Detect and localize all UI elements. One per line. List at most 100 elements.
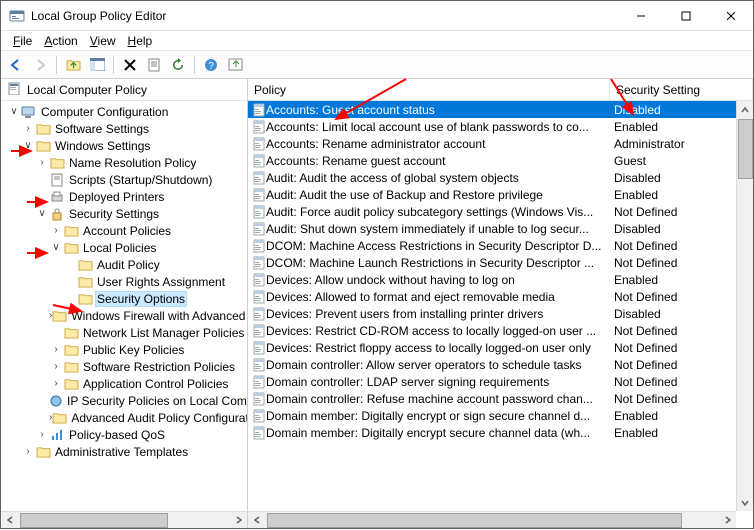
scroll-thumb[interactable] (267, 513, 682, 528)
menu-view[interactable]: View (84, 32, 122, 50)
node-advanced-audit[interactable]: ›Advanced Audit Policy Configuration (3, 409, 247, 426)
tree-h-scrollbar[interactable] (1, 511, 247, 528)
policy-row[interactable]: Domain member: Digitally encrypt or sign… (248, 407, 753, 424)
expand-icon[interactable]: › (35, 429, 49, 440)
minimize-button[interactable] (618, 1, 663, 30)
policy-item-icon (248, 273, 266, 287)
policy-item-icon (248, 409, 266, 423)
scroll-left-button[interactable] (248, 512, 265, 529)
scroll-up-button[interactable] (737, 101, 754, 118)
expand-icon[interactable]: ∨ (35, 208, 49, 219)
policy-row[interactable]: Audit: Audit the access of global system… (248, 169, 753, 186)
up-button[interactable] (62, 54, 84, 76)
policy-row[interactable]: DCOM: Machine Launch Restrictions in Sec… (248, 254, 753, 271)
expand-icon[interactable]: › (21, 446, 35, 457)
scroll-thumb[interactable] (20, 513, 168, 528)
policy-row[interactable]: Domain controller: Refuse machine accoun… (248, 390, 753, 407)
node-computer-config[interactable]: ∨Computer Configuration (3, 103, 247, 120)
help-button[interactable]: ? (200, 54, 222, 76)
scroll-right-button[interactable] (230, 512, 247, 529)
expand-icon[interactable]: › (35, 157, 49, 168)
export-button[interactable] (224, 54, 246, 76)
expand-icon[interactable]: › (21, 123, 35, 134)
app-icon (9, 8, 25, 24)
list-v-scrollbar[interactable] (736, 101, 753, 511)
menu-action[interactable]: Action (38, 32, 83, 50)
tree-body[interactable]: ∨Computer Configuration ›Software Settin… (1, 101, 247, 511)
scroll-down-button[interactable] (737, 494, 754, 511)
node-app-control[interactable]: ›Application Control Policies (3, 375, 247, 392)
node-windows-settings[interactable]: ∨Windows Settings (3, 137, 247, 154)
policy-row[interactable]: Devices: Restrict CD-ROM access to local… (248, 322, 753, 339)
node-admin-templates[interactable]: ›Administrative Templates (3, 443, 247, 460)
policy-row[interactable]: Audit: Audit the use of Backup and Resto… (248, 186, 753, 203)
node-policy-qos[interactable]: ›Policy-based QoS (3, 426, 247, 443)
node-user-rights[interactable]: User Rights Assignment (3, 273, 247, 290)
node-ip-security[interactable]: IP Security Policies on Local Computer (3, 392, 247, 409)
expand-icon[interactable]: › (49, 225, 63, 236)
expand-icon[interactable]: ∨ (49, 242, 63, 253)
policy-row[interactable]: Accounts: Limit local account use of bla… (248, 118, 753, 135)
node-public-key[interactable]: ›Public Key Policies (3, 341, 247, 358)
policy-setting: Not Defined (610, 324, 753, 338)
policy-setting: Not Defined (610, 290, 753, 304)
maximize-button[interactable] (663, 1, 708, 30)
node-deployed-printers[interactable]: Deployed Printers (3, 188, 247, 205)
policy-row[interactable]: Accounts: Rename guest accountGuest (248, 152, 753, 169)
col-header-setting[interactable]: Security Setting (610, 79, 753, 100)
policy-row[interactable]: Devices: Allowed to format and eject rem… (248, 288, 753, 305)
delete-button[interactable] (119, 54, 141, 76)
policy-row[interactable]: Accounts: Rename administrator accountAd… (248, 135, 753, 152)
scroll-right-button[interactable] (719, 512, 736, 529)
node-network-list[interactable]: Network List Manager Policies (3, 324, 247, 341)
node-name-resolution[interactable]: ›Name Resolution Policy (3, 154, 247, 171)
list-h-scrollbar[interactable] (248, 511, 736, 528)
policy-row[interactable]: Devices: Allow undock without having to … (248, 271, 753, 288)
policy-item-icon (248, 358, 266, 372)
properties-button[interactable] (143, 54, 165, 76)
forward-button[interactable] (29, 54, 51, 76)
node-software-settings[interactable]: ›Software Settings (3, 120, 247, 137)
close-button[interactable] (708, 1, 753, 30)
expand-icon[interactable]: › (49, 361, 63, 372)
back-button[interactable] (5, 54, 27, 76)
policy-item-icon (248, 426, 266, 440)
node-security-settings[interactable]: ∨Security Settings (3, 205, 247, 222)
scroll-thumb[interactable] (738, 119, 753, 179)
policy-row[interactable]: Devices: Prevent users from installing p… (248, 305, 753, 322)
policy-row[interactable]: Audit: Shut down system immediately if u… (248, 220, 753, 237)
node-local-policies[interactable]: ∨Local Policies (3, 239, 247, 256)
node-scripts[interactable]: Scripts (Startup/Shutdown) (3, 171, 247, 188)
node-security-options[interactable]: Security Options (3, 290, 247, 307)
policy-item-icon (248, 188, 266, 202)
scroll-left-button[interactable] (1, 512, 18, 529)
policy-item-icon (248, 375, 266, 389)
policy-row[interactable]: Domain member: Digitally encrypt secure … (248, 424, 753, 441)
expand-icon[interactable]: ∨ (21, 140, 35, 151)
list-body[interactable]: Accounts: Guest account statusDisabledAc… (248, 101, 753, 528)
node-account-policies[interactable]: ›Account Policies (3, 222, 247, 239)
policy-setting: Not Defined (610, 392, 753, 406)
expand-icon[interactable]: › (49, 344, 63, 355)
policy-row[interactable]: Domain controller: Allow server operator… (248, 356, 753, 373)
show-hide-tree-button[interactable] (86, 54, 108, 76)
expand-icon[interactable]: ∨ (7, 106, 21, 117)
policy-row[interactable]: Devices: Restrict floppy access to local… (248, 339, 753, 356)
tree-header[interactable]: Local Computer Policy (1, 79, 247, 101)
policy-row[interactable]: Domain controller: LDAP server signing r… (248, 373, 753, 390)
menu-help[interactable]: Help (122, 32, 159, 50)
menu-file[interactable]: File (7, 32, 38, 50)
policy-item-icon (248, 222, 266, 236)
policy-row[interactable]: DCOM: Machine Access Restrictions in Sec… (248, 237, 753, 254)
node-windows-firewall[interactable]: ›Windows Firewall with Advanced Security (3, 307, 247, 324)
policy-row[interactable]: Accounts: Guest account statusDisabled (248, 101, 753, 118)
refresh-button[interactable] (167, 54, 189, 76)
menu-bar: File Action View Help (1, 31, 753, 51)
node-audit-policy[interactable]: Audit Policy (3, 256, 247, 273)
policy-name: Audit: Audit the access of global system… (266, 171, 610, 185)
col-header-policy[interactable]: Policy (248, 79, 610, 100)
computer-icon (21, 104, 37, 120)
node-software-restriction[interactable]: ›Software Restriction Policies (3, 358, 247, 375)
expand-icon[interactable]: › (49, 378, 63, 389)
policy-row[interactable]: Audit: Force audit policy subcategory se… (248, 203, 753, 220)
